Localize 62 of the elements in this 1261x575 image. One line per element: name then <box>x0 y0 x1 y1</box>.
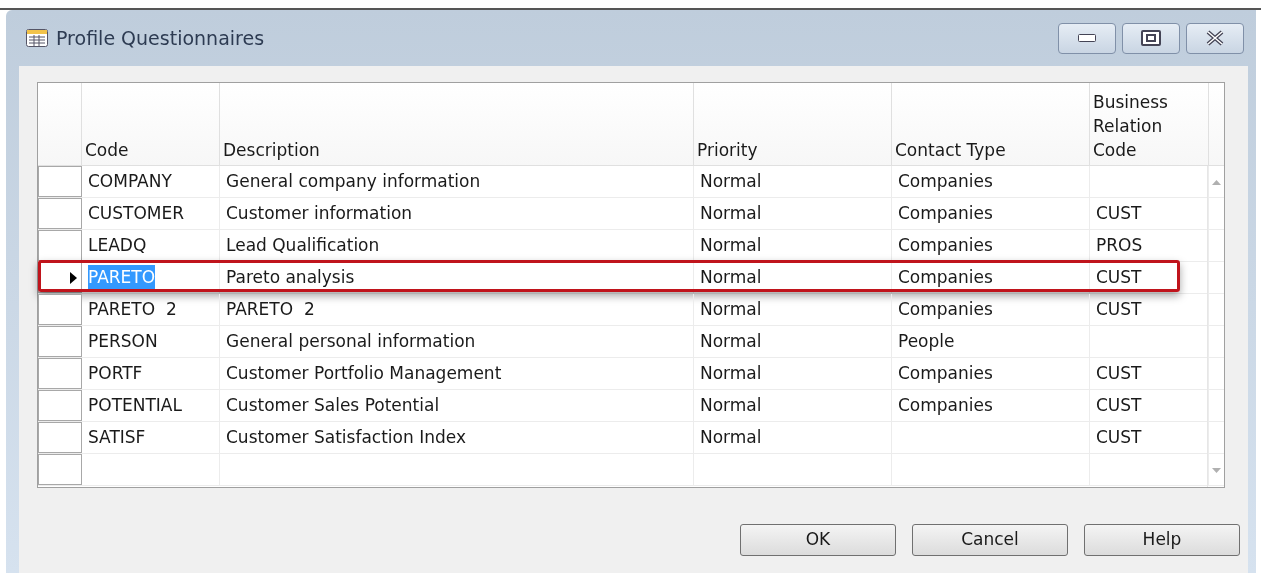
table-cell-text: Pareto analysis <box>226 265 355 289</box>
table-cell-text: Companies <box>898 233 993 257</box>
table-cell-text: Companies <box>898 169 993 193</box>
row-header[interactable] <box>38 230 82 261</box>
table-cell-text: LEADQ <box>88 233 147 257</box>
column-header[interactable]: Business Relation Code <box>1093 90 1205 162</box>
table-cell-text: Companies <box>898 265 993 289</box>
table-cell-text: CUST <box>1096 425 1142 449</box>
table-cell-text: Normal <box>700 425 762 449</box>
table-cell-text: Companies <box>898 393 993 417</box>
table-cell-text: Customer information <box>226 201 413 225</box>
minimize-icon <box>1078 34 1096 42</box>
table-cell-text: Normal <box>700 329 762 353</box>
table-cell-text: Normal <box>700 361 762 385</box>
table-cell-text: CUST <box>1096 201 1142 225</box>
table-cell-text: Normal <box>700 393 762 417</box>
table-cell-text: PARETO 2 <box>88 297 177 321</box>
column-header[interactable]: Code <box>85 138 129 162</box>
table-cell-text: Lead Qualification <box>226 233 380 257</box>
window-title: Profile Questionnaires <box>56 25 265 51</box>
table-icon <box>26 29 48 47</box>
table-cell-text: Customer Satisfaction Index <box>226 425 466 449</box>
table-cell-text: CUSTOMER <box>88 201 185 225</box>
table-cell-text: General personal information <box>226 329 476 353</box>
table-cell-text: Companies <box>898 361 993 385</box>
table-cell-text: Companies <box>898 297 993 321</box>
table-cell-text: General company information <box>226 169 481 193</box>
table-cell-text: PORTF <box>88 361 143 385</box>
table-cell-text: CUST <box>1096 361 1142 385</box>
table-cell-text: CUST <box>1096 265 1142 289</box>
table-cell-text: Customer Portfolio Management <box>226 361 502 385</box>
table-cell-text: CUST <box>1096 297 1142 321</box>
current-row-icon <box>70 271 77 284</box>
table-cell-text: POTENTIAL <box>88 393 182 417</box>
table-cell-text: CUST <box>1096 393 1142 417</box>
scroll-up-icon[interactable] <box>1211 180 1221 185</box>
close-icon <box>1205 30 1225 46</box>
table-cell-text: Customer Sales Potential <box>226 393 440 417</box>
maximize-button[interactable] <box>1122 22 1180 54</box>
table-cell-text: Normal <box>700 297 762 321</box>
table-cell-text: Normal <box>700 169 762 193</box>
table-cell-text: Normal <box>700 233 762 257</box>
table-cell-text: Normal <box>700 265 762 289</box>
table-cell-text: PARETO 2 <box>226 297 315 321</box>
column-header[interactable]: Contact Type <box>895 138 1006 162</box>
maximize-icon <box>1141 30 1161 46</box>
table-cell: PARETO <box>88 264 156 291</box>
table-cell-text: PROS <box>1096 233 1143 257</box>
scroll-down-icon[interactable] <box>1211 468 1221 473</box>
close-button[interactable] <box>1186 22 1244 54</box>
table-cell-text: SATISF <box>88 425 146 449</box>
table-cell-text: COMPANY <box>88 169 172 193</box>
dialog-button[interactable]: OK <box>740 524 896 556</box>
table-cell-text: Companies <box>898 201 993 225</box>
table-cell-text: PERSON <box>88 329 158 353</box>
dialog-button[interactable]: Cancel <box>912 524 1068 556</box>
minimize-button[interactable] <box>1058 22 1116 54</box>
table-cell-text: Normal <box>700 201 762 225</box>
dialog-button[interactable]: Help <box>1084 524 1240 556</box>
column-header[interactable]: Description <box>223 138 320 162</box>
table-cell-text: People <box>898 329 955 353</box>
column-header[interactable]: Priority <box>697 138 758 162</box>
